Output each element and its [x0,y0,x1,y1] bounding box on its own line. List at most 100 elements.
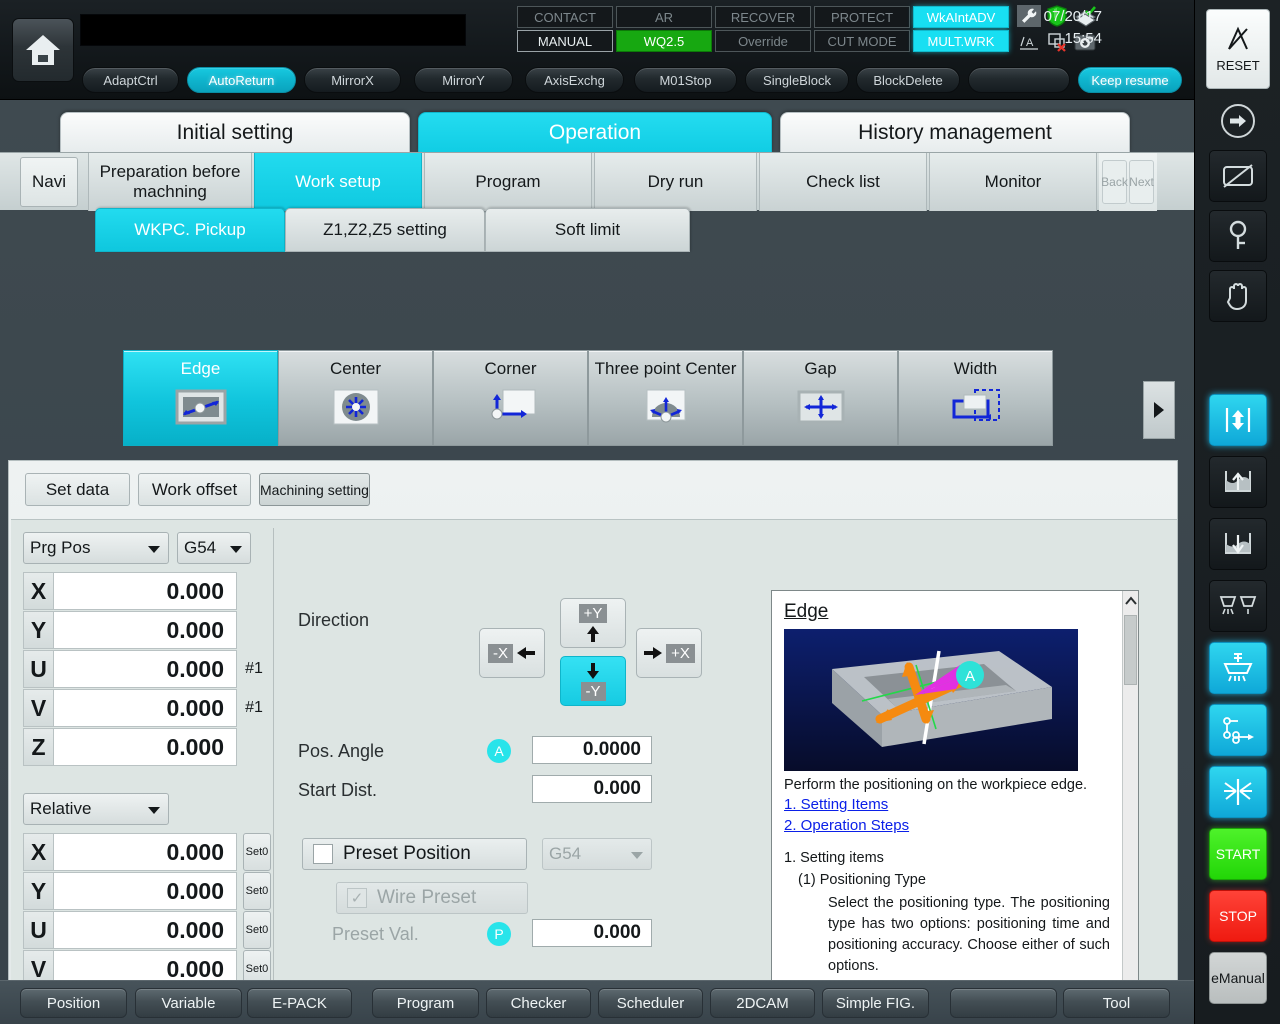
taskbar-empty[interactable] [950,988,1057,1018]
taskbar-variable[interactable]: Variable [135,988,242,1018]
status-contact[interactable]: CONTACT [517,6,613,28]
help-link-operation-steps[interactable]: 2. Operation Steps [784,815,1110,836]
sub-tab-work-setup[interactable]: Work setup [254,153,422,211]
status-mult-wrk[interactable]: MULT.WRK [913,30,1009,52]
rail-button-flush-nozzle[interactable] [1209,580,1267,632]
rail-button-key[interactable] [1209,210,1267,262]
start-dist-input[interactable]: 0.000 [532,775,652,803]
l3-tab-soft-limit[interactable]: Soft limit [485,208,690,252]
status-override[interactable]: Override [715,30,811,52]
back-button[interactable]: Back [1102,160,1127,204]
sub-tab-check-list[interactable]: Check list [759,153,927,211]
mode-button-keep-resume[interactable]: Keep resume [1078,67,1182,93]
taskbar-simple-fig[interactable]: Simple FIG. [822,988,929,1018]
taskbar-program[interactable]: Program [372,988,479,1018]
rail-button-tank-fill-up[interactable] [1209,456,1267,508]
direction-minus-x-button[interactable]: -X [479,628,545,678]
mode-width[interactable]: Width [898,350,1053,446]
relative-mode-select[interactable]: Relative [23,793,169,825]
mode-center[interactable]: Center [278,350,433,446]
help-link-setting-items[interactable]: 1. Setting Items [784,794,1110,815]
rail-button-wire-path[interactable] [1209,704,1267,756]
axis-value[interactable]: 0.000 [53,572,237,610]
mode-button-blockdelete[interactable]: BlockDelete [856,67,960,93]
l3-tab-wkpc-pickup[interactable]: WKPC. Pickup [95,208,285,252]
preset-val-input[interactable]: 0.000 [532,919,652,947]
mode-button-empty[interactable] [968,67,1070,93]
sub-tab-program[interactable]: Program [424,153,592,211]
status-protect[interactable]: PROTECT [814,6,910,28]
axis-value[interactable]: 0.000 [53,911,237,949]
mode-button-adaptctrl[interactable]: AdaptCtrl [82,67,179,93]
preset-position-checkbox[interactable] [313,844,333,864]
taskbar-position[interactable]: Position [20,988,127,1018]
mode-button-singleblock[interactable]: SingleBlock [745,67,849,93]
help-scrollbar[interactable] [1122,591,1138,1024]
status-manual[interactable]: MANUAL [517,30,613,52]
preset-position-toggle[interactable]: Preset Position [302,838,527,870]
mode-button-autoreturn[interactable]: AutoReturn [187,67,296,93]
direction-plus-x-button[interactable]: +X [636,628,702,678]
pos-angle-input[interactable]: 0.0000 [532,736,652,764]
mode-button-mirrorx[interactable]: MirrorX [304,67,401,93]
direction-plus-y-button[interactable]: +Y [560,598,626,648]
mode-button-axisexchg[interactable]: AxisExchg [525,67,624,93]
panel-tab-machining-setting[interactable]: Machining setting [259,473,370,506]
mode-gap[interactable]: Gap [743,350,898,446]
rail-button-emanual[interactable]: eManual [1209,952,1267,1004]
mode-corner[interactable]: Corner [433,350,588,446]
work-offset-select[interactable]: G54 [177,532,251,564]
rail-button-start[interactable]: START [1209,828,1267,880]
wire-preset-toggle[interactable]: ✓ Wire Preset [336,882,528,914]
status-wire-wq25[interactable]: WQ2.5 [616,30,712,52]
set-zero-button[interactable]: Set0 [243,833,271,871]
reset-button[interactable]: RESET [1206,9,1270,89]
axis-value[interactable]: 0.000 [53,611,237,649]
rail-button-spark[interactable] [1209,766,1267,818]
tab-operation[interactable]: Operation [418,112,772,152]
axis-value[interactable]: 0.000 [53,833,237,871]
axis-value[interactable]: 0.000 [53,872,237,910]
coord-system-select[interactable]: Prg Pos [23,532,169,564]
next-button[interactable]: Next [1129,160,1154,204]
more-modes-button[interactable] [1143,381,1175,439]
panel-tab-set-data[interactable]: Set data [25,473,130,506]
rail-button-hand[interactable] [1209,270,1267,322]
mode-button-m01stop[interactable]: M01Stop [634,67,737,93]
rail-button-screen-off[interactable] [1209,150,1267,202]
set-zero-button[interactable]: Set0 [243,911,271,949]
axis-value[interactable]: 0.000 [53,650,237,688]
status-wkaintadv[interactable]: WkAIntADV [913,6,1009,28]
mode-edge[interactable]: Edge [123,350,278,446]
status-cut-mode[interactable]: CUT MODE [814,30,910,52]
direction-minus-y-button[interactable]: -Y [560,656,626,706]
panel-tab-work-offset[interactable]: Work offset [138,473,251,506]
rail-button-wire-flush[interactable] [1209,642,1267,694]
home-button[interactable] [12,18,74,82]
navi-button[interactable]: Navi [20,157,78,207]
rail-button-stop[interactable]: STOP [1209,890,1267,942]
mode-button-mirrory[interactable]: MirrorY [414,67,513,93]
sub-tab-dry-run[interactable]: Dry run [594,153,757,211]
taskbar-epack[interactable]: E-PACK [247,988,352,1018]
set-zero-button[interactable]: Set0 [243,872,271,910]
taskbar-2dcam[interactable]: 2DCAM [710,988,815,1018]
rail-button-tank-drain-down[interactable] [1209,518,1267,570]
status-recover[interactable]: RECOVER [715,6,811,28]
axis-value[interactable]: 0.000 [53,728,237,766]
sub-tab-preparation[interactable]: Preparation before machning [88,153,252,211]
sub-tab-monitor[interactable]: Monitor [929,153,1097,211]
tab-initial-setting[interactable]: Initial setting [60,112,410,152]
taskbar-tool[interactable]: Tool [1063,988,1170,1018]
taskbar-scheduler[interactable]: Scheduler [598,988,703,1018]
wire-preset-checkbox[interactable]: ✓ [347,888,367,908]
help-scroll-thumb[interactable] [1124,615,1137,685]
back-button[interactable] [1221,104,1255,138]
rail-button-axis-updown[interactable] [1209,394,1267,446]
taskbar-checker[interactable]: Checker [486,988,591,1018]
mode-three-point-center[interactable]: Three point Center [588,350,743,446]
axis-value[interactable]: 0.000 [53,689,237,727]
chevron-up-icon[interactable] [1125,595,1137,607]
status-ar[interactable]: AR [616,6,712,28]
preset-offset-select[interactable]: G54 [542,838,652,870]
